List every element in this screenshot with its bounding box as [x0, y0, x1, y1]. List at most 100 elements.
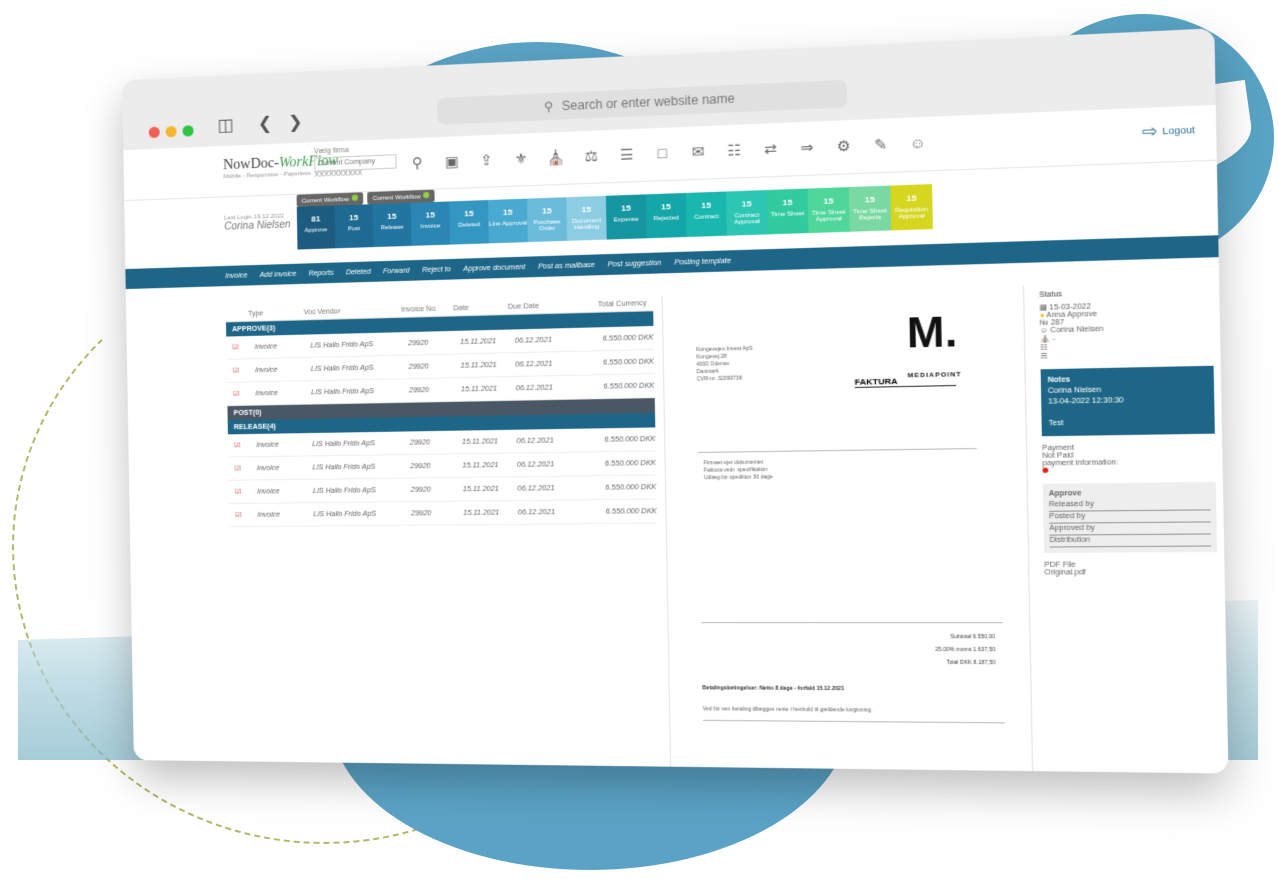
document-search-icon[interactable]: ☷ — [723, 139, 745, 161]
nav-item[interactable]: Reject to — [422, 266, 451, 274]
status-tile[interactable]: 15 Rejected — [645, 192, 687, 239]
shuffle-icon[interactable]: ⇄ — [759, 138, 781, 160]
nav-item[interactable]: Deleted — [346, 268, 371, 276]
tile-label: Approve — [304, 227, 328, 235]
status-tile[interactable]: 15 Time Sheet Approval — [807, 187, 850, 234]
status-label: Status — [1039, 290, 1063, 300]
status-dot-icon — [423, 191, 430, 199]
gear-icon[interactable]: ⚙ — [832, 135, 855, 157]
status-tile[interactable]: 15 Document Handling — [566, 195, 607, 241]
tile-count: 15 — [581, 204, 592, 215]
table-cell: 15.11.2021 — [461, 437, 499, 446]
column-header[interactable]: Due Date — [508, 302, 561, 310]
status-tile[interactable]: 15 Post — [334, 204, 374, 249]
minimize-window-button[interactable] — [165, 125, 177, 138]
pdf-link[interactable]: Original.pdf — [1044, 568, 1217, 577]
table-row[interactable]: ☑ Invoice LIS Hallo Frido ApS 29920 15.11.20… — [229, 499, 658, 528]
table-cell: LIS Hallo Frido ApS — [312, 486, 376, 495]
table-cell: 6.550.000 DKK — [602, 357, 655, 367]
user-settings-icon[interactable]: ☺ — [906, 132, 929, 154]
chat-icon[interactable]: ✉ — [687, 141, 709, 163]
sidebar-icon[interactable]: ◫ — [217, 115, 233, 136]
tile-label: Line Approval — [488, 220, 528, 228]
table-cell: 06.12.2021 — [516, 460, 555, 469]
table-cell: Invoice — [256, 464, 280, 472]
table-cell: LIS Hallo Frido ApS — [313, 510, 377, 518]
nav-item[interactable]: Add invoice — [260, 270, 297, 278]
notes-panel[interactable]: Notes Corina Nielsen 13-04-2022 12:30:30… — [1040, 365, 1215, 437]
column-header[interactable]: Voc Vendor — [304, 306, 402, 316]
approver-value: Anna Approve — [1046, 310, 1098, 320]
chevron-left-icon[interactable]: ❮ — [258, 114, 273, 135]
status-tile[interactable]: 15 Contract Approval — [726, 190, 768, 236]
list-icon[interactable]: ☰ — [616, 143, 638, 165]
column-header[interactable]: Type — [248, 309, 304, 317]
tile-count: 15 — [621, 203, 631, 214]
status-tile[interactable]: 15 Invoice — [410, 201, 451, 246]
column-header[interactable]: Invoice No — [401, 305, 453, 313]
nav-item[interactable]: Approve document — [463, 263, 525, 272]
search-icon[interactable]: ⚲ — [407, 152, 428, 173]
scan-icon[interactable]: ▣ — [441, 151, 462, 172]
table-cell: 06.12.2021 — [517, 508, 556, 517]
status-tile[interactable]: 15 Expense — [605, 194, 647, 240]
frame-icon[interactable]: □ — [651, 142, 673, 164]
status-tile[interactable]: 15 Deleted — [449, 200, 489, 245]
status-tile[interactable]: 15 Release — [372, 202, 412, 248]
upload-icon[interactable]: ⇪ — [476, 149, 497, 170]
status-tile[interactable]: 15 Time Sheet Rejects — [848, 185, 892, 232]
tile-label: Time Sheet — [770, 210, 805, 219]
nav-item[interactable]: Post suggestion — [608, 259, 662, 268]
scale-icon[interactable]: ⚖ — [580, 145, 602, 167]
sender-address: Kongevejen Invest ApS Kongevej 28 4000 Ode… — [696, 346, 753, 384]
company-select[interactable]: Current Company — [314, 154, 397, 172]
table-cell: Invoice — [257, 511, 281, 519]
document-icon: ☑ — [235, 511, 242, 520]
notes-author: Corina Nielsen — [1047, 386, 1102, 396]
status-tile[interactable]: 15 Contract — [685, 191, 727, 237]
address-bar[interactable]: ⚲ Search or enter website name — [437, 79, 848, 125]
document-icon: ☑ — [234, 442, 241, 450]
column-header[interactable]: Total Currency — [561, 299, 647, 309]
clipboard-icon[interactable]: ✎ — [869, 133, 892, 155]
chevron-right-icon[interactable]: ❯ — [288, 112, 303, 133]
status-tile[interactable]: 15 Purchase Order — [527, 197, 568, 243]
divider — [701, 622, 1003, 624]
column-header[interactable]: Date — [453, 303, 508, 312]
table-cell: 15.11.2021 — [460, 385, 498, 394]
logout-button[interactable]: ⇨ Logout — [1142, 119, 1195, 143]
workflow-icon[interactable]: ⇒ — [796, 136, 819, 158]
nav-item[interactable]: Reports — [308, 269, 333, 277]
nav-item[interactable]: Invoice — [225, 272, 247, 280]
tile-count: 15 — [502, 207, 513, 218]
nav-item[interactable]: Post as mailbase — [538, 261, 595, 270]
browser-window: ◫ ❮ ❯ ⚲ Search or enter website name Now… — [122, 28, 1229, 774]
bank-icon[interactable]: ⛪ — [545, 146, 567, 168]
tile-count: 15 — [701, 200, 712, 211]
close-window-button[interactable] — [148, 126, 160, 139]
nav-item[interactable]: Forward — [383, 267, 410, 275]
tile-label: Contract Approval — [733, 212, 761, 226]
table-cell: Invoice — [254, 366, 278, 374]
document-icon: ☑ — [232, 367, 240, 375]
search-icon: ⚲ — [543, 99, 554, 115]
status-tile[interactable]: 15 Time Sheet — [766, 188, 809, 235]
tile-label: Document Handling — [571, 217, 602, 232]
nav-item[interactable]: Posting template — [674, 257, 731, 266]
status-tile[interactable]: 15 Requisition Approval — [890, 184, 933, 231]
notes-time: 13-04-2022 12:30:30 — [1048, 396, 1124, 406]
user-value: Corina Nielsen — [1050, 325, 1104, 335]
tile-label: Deleted — [458, 221, 480, 229]
maximize-window-button[interactable] — [182, 125, 194, 137]
notes-text: Test — [1048, 419, 1064, 428]
tile-count: 15 — [425, 210, 435, 220]
status-tile[interactable]: 15 Line Approval — [488, 198, 528, 244]
table-cell: 15.11.2021 — [463, 508, 500, 517]
status-tile[interactable]: 81 Approve — [296, 205, 336, 250]
company-picker: Vælg firma Current Company XXXXXXXXXX — [314, 145, 397, 179]
stamp-icon[interactable]: ⚜ — [510, 148, 532, 170]
table-cell: 15.11.2021 — [460, 337, 497, 346]
tile-label: Requisition Approval — [894, 206, 929, 221]
invoice-preview: Kongevejen Invest ApS Kongevej 28 4000 Ode… — [661, 285, 1034, 772]
